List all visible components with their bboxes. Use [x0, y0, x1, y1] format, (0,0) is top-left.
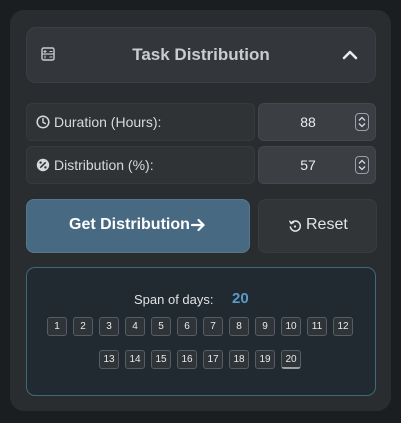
day-chip: 7 — [203, 317, 223, 336]
day-chip: 6 — [177, 317, 197, 336]
day-chip: 10 — [281, 317, 301, 336]
day-chip: 18 — [229, 350, 249, 369]
day-chip: 19 — [255, 350, 275, 369]
day-chip: 17 — [203, 350, 223, 369]
day-chip: 12 — [333, 317, 353, 336]
distribution-input[interactable]: 57 — [258, 146, 376, 184]
duration-input[interactable]: 88 — [258, 103, 376, 141]
day-chip: 9 — [255, 317, 275, 336]
duration-value[interactable]: 88 — [259, 114, 357, 130]
day-chip: 1 — [47, 317, 67, 336]
get-distribution-button[interactable]: Get Distribution — [26, 199, 250, 253]
duration-label: Duration (Hours): — [54, 114, 162, 130]
distribution-row: Distribution (%): 57 — [26, 146, 376, 184]
duration-label-box: Duration (Hours): — [26, 103, 255, 141]
result-box: Span of days: 20 1 2 3 4 5 6 7 8 9 10 11 12 13 14 15 16… — [26, 267, 376, 396]
reset-icon — [288, 219, 302, 233]
reset-button[interactable]: Reset — [258, 199, 377, 253]
span-of-days-value: 20 — [232, 290, 249, 307]
chevron-up-icon[interactable] — [339, 44, 361, 66]
day-chip: 15 — [151, 350, 171, 369]
panel-header[interactable]: Task Distribution — [26, 27, 376, 83]
distribution-value[interactable]: 57 — [259, 157, 357, 173]
arrow-right-icon — [190, 217, 206, 233]
reset-label: Reset — [306, 216, 348, 233]
day-chip: 16 — [177, 350, 197, 369]
day-chip: 20 — [281, 350, 301, 369]
distribution-label: Distribution (%): — [54, 157, 154, 173]
day-chip: 11 — [307, 317, 327, 336]
clock-icon — [36, 115, 50, 129]
day-chip: 3 — [99, 317, 119, 336]
day-chip: 13 — [99, 350, 119, 369]
distribution-stepper-icon[interactable] — [355, 156, 369, 174]
get-distribution-label: Get Distribution — [69, 216, 190, 233]
duration-row: Duration (Hours): 88 — [26, 103, 376, 141]
day-chip: 2 — [73, 317, 93, 336]
task-distribution-panel: Task Distribution Duration (Hours): 88 D… — [10, 10, 391, 411]
distribution-label-box: Distribution (%): — [26, 146, 255, 184]
day-chip: 8 — [229, 317, 249, 336]
duration-stepper-icon[interactable] — [355, 113, 369, 131]
day-chip: 4 — [125, 317, 145, 336]
span-of-days-label: Span of days: — [134, 292, 214, 307]
day-chip: 14 — [125, 350, 145, 369]
panel-title: Task Distribution — [132, 45, 270, 64]
day-chip: 5 — [151, 317, 171, 336]
percent-icon — [36, 158, 50, 172]
